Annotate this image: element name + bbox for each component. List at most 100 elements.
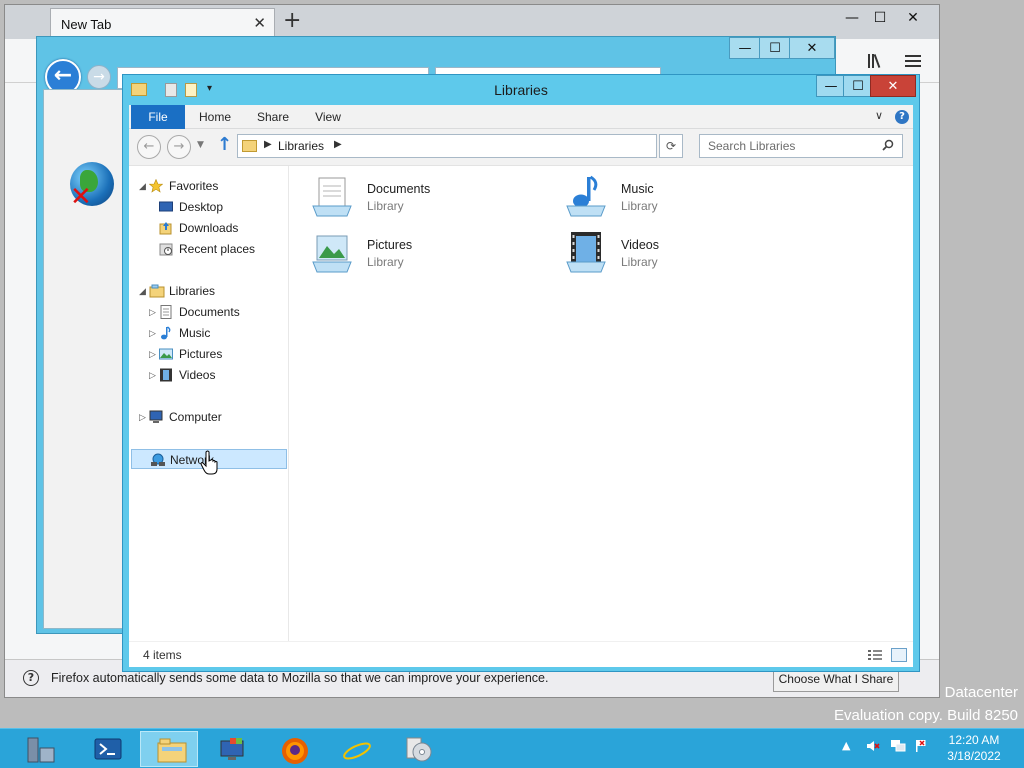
search-icon[interactable] [882, 139, 894, 154]
tree-computer[interactable]: ▷ Computer [139, 407, 279, 427]
explorer-titlebar[interactable]: ▾ Libraries — ☐ ✕ [123, 75, 919, 105]
collapsed-arrow-icon[interactable]: ▷ [149, 365, 156, 385]
media-player-button[interactable] [388, 731, 446, 767]
computer-icon [149, 410, 163, 424]
tree-pictures[interactable]: ▷ Pictures [149, 344, 279, 364]
library-type: Library [621, 255, 658, 269]
collapsed-arrow-icon[interactable]: ▷ [149, 302, 156, 322]
search-input[interactable]: Search Libraries [699, 134, 903, 158]
firefox-button[interactable] [264, 731, 322, 767]
recent-locations-icon[interactable]: ▼ [197, 140, 204, 150]
tree-recent-places[interactable]: Recent places [159, 239, 285, 259]
library-type: Library [367, 199, 404, 213]
collapsed-arrow-icon[interactable]: ▷ [149, 344, 156, 364]
expanded-arrow-icon[interactable]: ◢ [139, 176, 146, 196]
help-icon[interactable]: ? [895, 110, 909, 124]
back-button[interactable]: ← [137, 135, 161, 159]
notification-text: Firefox automatically sends some data to… [51, 671, 549, 685]
tree-label: Favorites [169, 179, 219, 193]
status-bar: 4 items [129, 641, 913, 667]
ie-maximize-button[interactable]: ☐ [759, 37, 791, 59]
server-manager-button[interactable] [10, 731, 68, 767]
server-manager-icon [26, 736, 55, 763]
clock-time[interactable]: 12:20 AM [944, 733, 1004, 747]
powershell-icon [94, 736, 122, 762]
tree-downloads[interactable]: Downloads [159, 218, 279, 238]
hamburger-menu-icon[interactable] [905, 49, 921, 73]
tree-libraries[interactable]: ◢ Libraries [139, 281, 279, 301]
internet-explorer-button[interactable]: e [326, 731, 384, 768]
tab-home[interactable]: Home [195, 105, 235, 129]
close-tab-icon[interactable]: ✕ [253, 14, 266, 32]
firefox-icon [280, 736, 308, 764]
powershell-button[interactable] [78, 731, 136, 767]
collapsed-arrow-icon[interactable]: ▷ [139, 407, 146, 427]
library-music[interactable]: Music Library [549, 172, 789, 224]
forward-arrow-icon[interactable]: → [87, 65, 111, 89]
navigation-pane: ◢ Favorites Desktop Downloads Recent pla… [129, 166, 289, 641]
library-documents[interactable]: Documents Library [295, 172, 535, 224]
window-title: Libraries [494, 82, 548, 98]
close-button[interactable]: ✕ [870, 75, 916, 97]
breadcrumb-arrow-icon[interactable]: ▶ [264, 139, 272, 150]
tab-view[interactable]: View [309, 105, 347, 129]
network-tray-icon[interactable] [890, 739, 906, 753]
firefox-maximize-button[interactable]: ☐ [865, 7, 895, 29]
expanded-arrow-icon[interactable]: ◢ [139, 281, 146, 301]
library-name: Videos [621, 238, 659, 252]
new-tab-button[interactable]: + [283, 9, 301, 33]
address-bar[interactable]: ▶ Libraries ▶ ▼ [237, 134, 758, 158]
firefox-tab[interactable]: New Tab ✕ [50, 8, 275, 39]
action-center-flag-icon[interactable] [914, 739, 928, 753]
explorer-window: ▾ Libraries — ☐ ✕ File Home Share View ∨… [122, 74, 920, 672]
svg-text:e: e [346, 738, 363, 766]
downloads-icon [159, 221, 173, 235]
tree-label: Pictures [179, 347, 223, 361]
address-row: ← → ▼ ↑ ▶ Libraries ▶ ▼ ⟳ Search Librari… [129, 129, 913, 165]
tab-file[interactable]: File [131, 105, 185, 129]
build-watermark: Evaluation copy. Build 8250 [833, 707, 1018, 724]
library-type: Library [621, 199, 658, 213]
maximize-button[interactable]: ☐ [843, 75, 873, 97]
refresh-button[interactable]: ⟳ [659, 134, 683, 158]
library-pictures[interactable]: Pictures Library [295, 228, 535, 280]
library-type: Library [367, 255, 404, 269]
hand-cursor-icon [200, 450, 220, 476]
tree-videos[interactable]: ▷ Videos [149, 365, 279, 385]
disc-icon [404, 736, 432, 762]
forward-button[interactable]: → [167, 135, 191, 159]
explorer-body: ◢ Favorites Desktop Downloads Recent pla… [129, 165, 913, 641]
up-arrow-icon[interactable]: ↑ [217, 134, 232, 155]
tree-favorites[interactable]: ◢ Favorites [139, 176, 279, 196]
large-icons-view-icon[interactable] [891, 648, 907, 662]
tab-share[interactable]: Share [251, 105, 295, 129]
show-hidden-icons-icon[interactable]: ▲ [842, 739, 856, 753]
videos-library-icon [563, 230, 609, 276]
clock-date[interactable]: 3/18/2022 [944, 749, 1004, 763]
tree-music[interactable]: ▷ Music [149, 323, 279, 343]
ie-close-button[interactable]: ✕ [789, 37, 835, 59]
breadcrumb-arrow-icon[interactable]: ▶ [334, 139, 342, 150]
computer-management-button[interactable] [202, 731, 260, 767]
documents-library-icon [309, 174, 355, 220]
tree-desktop[interactable]: Desktop [159, 197, 279, 217]
tree-label: Videos [179, 368, 216, 382]
item-count: 4 items [143, 648, 182, 662]
library-icon[interactable] [867, 53, 885, 73]
ie-minimize-button[interactable]: — [729, 37, 761, 59]
tree-label: Computer [169, 410, 222, 424]
tree-label: Documents [179, 305, 240, 319]
library-videos[interactable]: Videos Library [549, 228, 789, 280]
firefox-close-button[interactable]: ✕ [898, 7, 928, 29]
minimize-button[interactable]: — [816, 75, 846, 97]
library-content-pane: Documents Library Music Library Pictures… [289, 166, 913, 641]
breadcrumb-libraries[interactable]: Libraries [278, 139, 324, 153]
taskbar: e ▲ 12:20 AM 3/18/2022 [0, 728, 1024, 768]
collapsed-arrow-icon[interactable]: ▷ [149, 323, 156, 343]
firefox-minimize-button[interactable]: — [837, 7, 867, 29]
tree-documents[interactable]: ▷ Documents [149, 302, 279, 322]
volume-muted-icon[interactable] [866, 739, 880, 753]
details-view-icon[interactable] [867, 648, 883, 662]
file-explorer-button[interactable] [140, 731, 198, 767]
expand-ribbon-icon[interactable]: ∨ [875, 109, 883, 122]
